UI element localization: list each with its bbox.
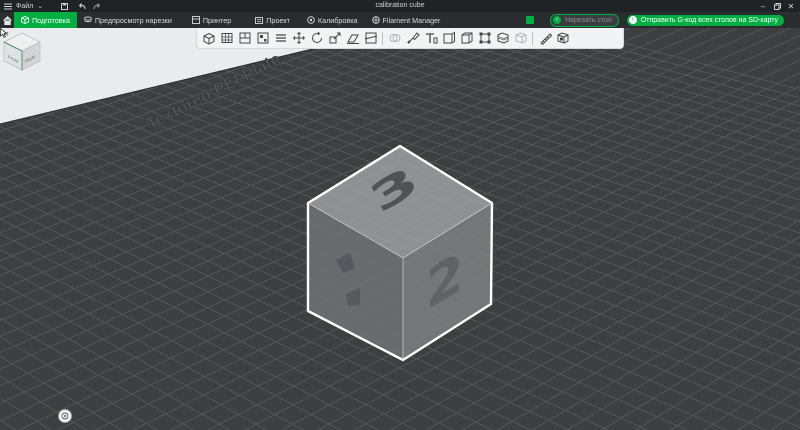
chevron-down-icon[interactable]: ⌄	[37, 0, 43, 12]
tab-calibration[interactable]: Калибровка	[300, 12, 365, 28]
tab-filament-manager[interactable]: Filament Manager	[365, 12, 448, 28]
tab-calibration-label: Калибровка	[317, 15, 358, 25]
move-icon[interactable]	[290, 30, 307, 47]
arrange-icon[interactable]	[254, 30, 271, 47]
assembly-icon[interactable]	[476, 30, 493, 47]
variable-layer-icon[interactable]	[458, 30, 475, 47]
plate-settings-icon[interactable]	[526, 16, 535, 24]
seam-paint-icon[interactable]	[440, 30, 457, 47]
undo-icon[interactable]	[78, 0, 86, 12]
add-model-icon[interactable]	[200, 30, 217, 47]
camera-view-icon[interactable]	[58, 409, 72, 423]
cut-icon[interactable]	[362, 30, 379, 47]
orient-icon[interactable]	[236, 30, 253, 47]
restore-icon[interactable]	[770, 0, 784, 12]
spool-icon	[371, 16, 380, 24]
measure-icon[interactable]	[536, 30, 553, 47]
split-icon[interactable]	[272, 30, 289, 47]
home-icon[interactable]	[0, 12, 14, 28]
tab-bar: Подготовка Предпросмотр нарезки Принтер …	[0, 12, 800, 28]
redo-icon[interactable]	[93, 0, 101, 12]
minimize-icon[interactable]: –	[756, 0, 770, 12]
window-controls: – ✕	[756, 0, 798, 12]
slice-dropdown-icon[interactable]: ‹	[553, 16, 562, 24]
support-paint-icon[interactable]	[404, 30, 421, 47]
main-menu: Файл ⌄	[0, 0, 101, 12]
mesh-boolean-icon[interactable]	[386, 30, 403, 47]
send-gcode-button[interactable]: ‹ Отправить G-код всех столов на SD-карт…	[626, 14, 784, 26]
3d-viewport[interactable]: Textured PEI Plate 3 2 ⊲ Front Right	[0, 28, 800, 430]
printer-icon	[191, 16, 200, 24]
lay-on-face-icon[interactable]	[344, 30, 361, 47]
folder-icon	[255, 17, 264, 24]
rotate-icon[interactable]	[308, 30, 325, 47]
tab-filament-manager-label: Filament Manager	[382, 15, 441, 25]
text-icon[interactable]	[422, 30, 439, 47]
window-title: calibration cube	[375, 2, 425, 9]
layers-icon	[83, 16, 92, 23]
scale-icon[interactable]	[326, 30, 343, 47]
target-icon	[307, 16, 315, 24]
toolbar-separator	[532, 31, 533, 45]
color-paint-icon[interactable]	[494, 30, 511, 47]
build-plate-scene: Textured PEI Plate 3 2	[0, 28, 800, 430]
send-gcode-label: Отправить G-код всех столов на SD-карту	[640, 16, 778, 24]
file-menu[interactable]: Файл	[16, 0, 33, 12]
title-bar: Файл ⌄ calibration cube – ✕	[0, 0, 800, 12]
tab-preview[interactable]: Предпросмотр нарезки	[77, 12, 179, 28]
close-icon[interactable]: ✕	[784, 0, 798, 12]
tab-project[interactable]: Проект	[248, 12, 297, 28]
hamburger-menu-icon[interactable]	[4, 0, 12, 12]
tab-prepare-label: Подготовка	[32, 15, 70, 25]
mouse-cursor	[0, 28, 8, 38]
tab-prepare[interactable]: Подготовка	[14, 12, 77, 28]
send-dropdown-icon[interactable]: ‹	[628, 16, 637, 24]
save-icon[interactable]	[61, 0, 69, 12]
assembly-view-icon[interactable]	[554, 30, 571, 47]
gizmo-toolbar	[196, 28, 624, 49]
tab-preview-label: Предпросмотр нарезки	[94, 15, 172, 25]
toolbar-separator	[382, 31, 383, 45]
emboss-icon[interactable]	[512, 30, 529, 47]
slice-actions: ‹ Нарезать стол ‹ Отправить G-код всех с…	[526, 12, 784, 28]
tab-printer[interactable]: Принтер	[185, 12, 238, 28]
cube-icon	[21, 16, 29, 24]
tab-project-label: Проект	[266, 15, 290, 25]
add-plate-icon[interactable]	[218, 30, 235, 47]
slice-plate-button[interactable]: ‹ Нарезать стол	[550, 13, 619, 27]
slice-plate-label: Нарезать стол	[565, 16, 612, 24]
tab-printer-label: Принтер	[202, 15, 232, 25]
